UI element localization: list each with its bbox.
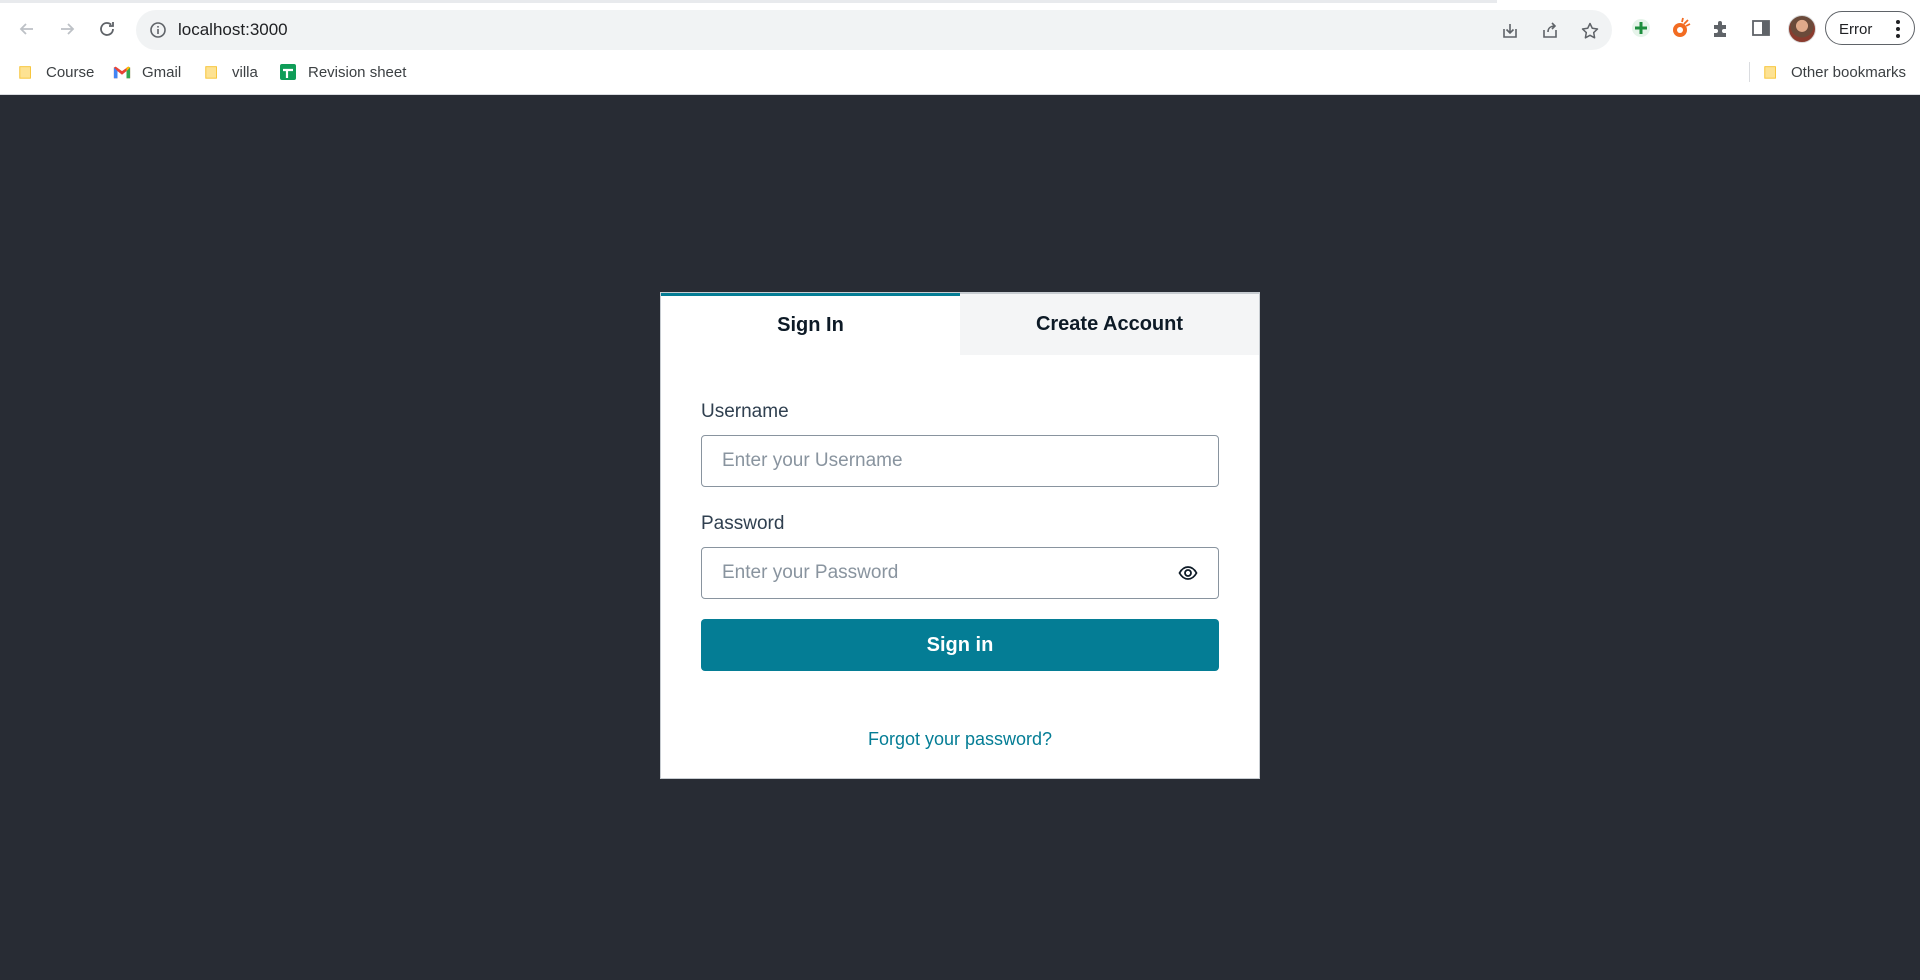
bookmark-label: Revision sheet [308,63,407,81]
profile-error-button[interactable]: Error [1825,11,1915,45]
reload-button[interactable] [89,11,125,47]
share-icon [1543,22,1557,38]
orange-extension-icon [1673,17,1691,37]
back-button[interactable] [9,11,45,47]
star-icon [1581,22,1599,39]
google-sheets-icon [279,63,297,81]
side-panel-button[interactable] [1747,14,1775,42]
extensions-button[interactable] [1707,14,1735,42]
site-info-icon[interactable] [149,21,167,39]
bookmark-revision-sheet[interactable]: Revision sheet [279,60,406,84]
bookmark-gmail[interactable]: Gmail [113,60,181,84]
username-input[interactable] [701,435,1219,487]
other-bookmarks-folder[interactable]: Other bookmarks [1762,60,1906,84]
arrow-right-icon [61,23,75,35]
install-app-button[interactable] [1499,20,1521,42]
green-plus-extension-icon [1632,19,1650,37]
bookmarks-bar: Course Gmail villa Revision sheet Other … [0,56,1920,88]
install-icon [1503,24,1517,38]
side-panel-icon [1752,20,1770,36]
chrome-divider [0,94,1920,95]
share-button[interactable] [1539,20,1561,42]
username-label: Username [701,401,789,422]
reload-icon [100,22,114,36]
folder-icon [1762,63,1780,81]
browser-chrome: localhost:3000 Error Course Gmail villa … [0,0,1920,95]
extension-green-button[interactable] [1627,14,1655,42]
page-load-progress-bar [0,0,1497,3]
show-password-button[interactable] [1157,547,1219,599]
gmail-icon [113,63,131,81]
profile-avatar[interactable] [1788,15,1816,43]
folder-icon [17,63,35,81]
url-text[interactable]: localhost:3000 [178,21,288,39]
bookmark-star-button[interactable] [1579,20,1601,42]
sign-in-button[interactable]: Sign in [701,619,1219,671]
puzzle-piece-icon [1714,21,1726,37]
bookmarks-separator [1749,62,1750,82]
bookmark-villa[interactable]: villa [203,60,258,84]
arrow-left-icon [19,23,33,35]
password-input[interactable] [701,547,1158,599]
browser-toolbar: localhost:3000 Error [0,5,1920,51]
tab-create-account[interactable]: Create Account [960,293,1259,355]
address-bar[interactable]: localhost:3000 [136,10,1612,50]
bookmark-label: villa [232,63,258,81]
tab-sign-in[interactable]: Sign In [661,293,960,355]
bookmark-label: Gmail [142,63,182,81]
extension-orange-button[interactable] [1667,14,1695,42]
bookmark-course[interactable]: Course [17,60,94,84]
other-bookmarks-label: Other bookmarks [1791,63,1907,81]
authenticator-card: Sign In Create Account Username Password… [660,292,1260,779]
auth-tabs: Sign In Create Account [661,293,1259,355]
folder-icon [203,63,221,81]
forward-button[interactable] [49,11,85,47]
eye-icon [1177,566,1198,580]
more-vert-icon [1896,20,1900,38]
bookmark-label: Course [46,63,95,81]
forgot-password-link[interactable]: Forgot your password? [661,729,1259,750]
password-label: Password [701,513,785,534]
profile-error-label: Error [1839,21,1873,38]
